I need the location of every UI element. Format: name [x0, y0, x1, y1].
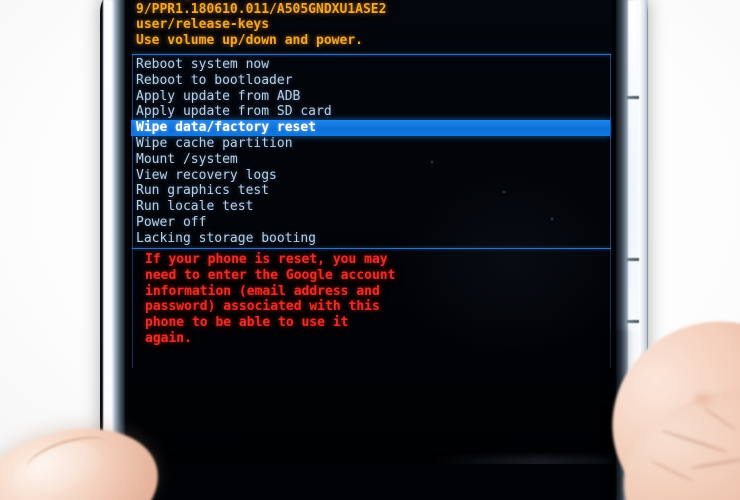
header-line-keys: user/release-keys — [136, 17, 270, 33]
factory-reset-warning: If your phone is reset, you may need to … — [131, 252, 395, 347]
warning-line-4: password) associated with this — [145, 299, 380, 315]
recovery-menu: Reboot system now Reboot to bootloader A… — [131, 57, 610, 247]
menu-item-run-locale-test[interactable]: Run locale test — [131, 199, 610, 215]
separator-top — [132, 54, 611, 55]
menu-item-wipe-cache-partition[interactable]: Wipe cache partition — [131, 136, 610, 152]
menu-rule-right — [610, 54, 611, 249]
power-button[interactable] — [627, 320, 639, 323]
screen-dust-speck — [551, 218, 553, 220]
warning-line-1: If your phone is reset, you may — [145, 252, 388, 267]
menu-item-run-graphics-test[interactable]: Run graphics test — [131, 183, 610, 199]
menu-item-view-recovery-logs[interactable]: View recovery logs — [131, 168, 610, 184]
menu-item-apply-update-from-sd[interactable]: Apply update from SD card — [131, 104, 610, 120]
menu-item-wipe-data-factory-reset[interactable]: Wipe data/factory reset — [131, 120, 610, 136]
phone-frame-left-gloss — [107, 0, 113, 498]
header-line-build: 9/PPR1.180610.011/A505GNDXU1ASE2 — [136, 1, 387, 17]
menu-item-reboot-system-now[interactable]: Reboot system now — [131, 57, 610, 73]
separator-bottom — [132, 248, 611, 249]
phone-display: Android Recovery samsung/a50xtc/a50 9/PP… — [131, 0, 612, 464]
header-line-hint: Use volume up/down and power. — [136, 33, 363, 49]
volume-up-button[interactable] — [627, 96, 639, 99]
warning-line-6: again. — [145, 330, 192, 346]
menu-item-reboot-to-bootloader[interactable]: Reboot to bootloader — [131, 73, 610, 89]
screen-dust-speck — [431, 161, 433, 163]
volume-down-button[interactable] — [627, 258, 639, 261]
menu-item-power-off[interactable]: Power off — [131, 215, 610, 231]
warning-line-3: information (email address and — [145, 283, 380, 299]
recovery-header: Android Recovery samsung/a50xtc/a50 9/PP… — [131, 0, 386, 49]
menu-item-apply-update-from-adb[interactable]: Apply update from ADB — [131, 89, 610, 105]
warning-line-2: need to enter the Google account — [145, 267, 396, 283]
screen-smudge — [431, 456, 612, 464]
screenshot-stage: Android Recovery samsung/a50xtc/a50 9/PP… — [0, 0, 740, 500]
menu-item-mount-system[interactable]: Mount /system — [131, 152, 610, 168]
warning-line-5: phone to be able to use it — [145, 315, 349, 331]
menu-item-lacking-storage-booting[interactable]: Lacking storage booting — [131, 231, 610, 247]
right-hand-knuckle — [690, 390, 716, 408]
screen-dust-speck — [503, 191, 505, 193]
